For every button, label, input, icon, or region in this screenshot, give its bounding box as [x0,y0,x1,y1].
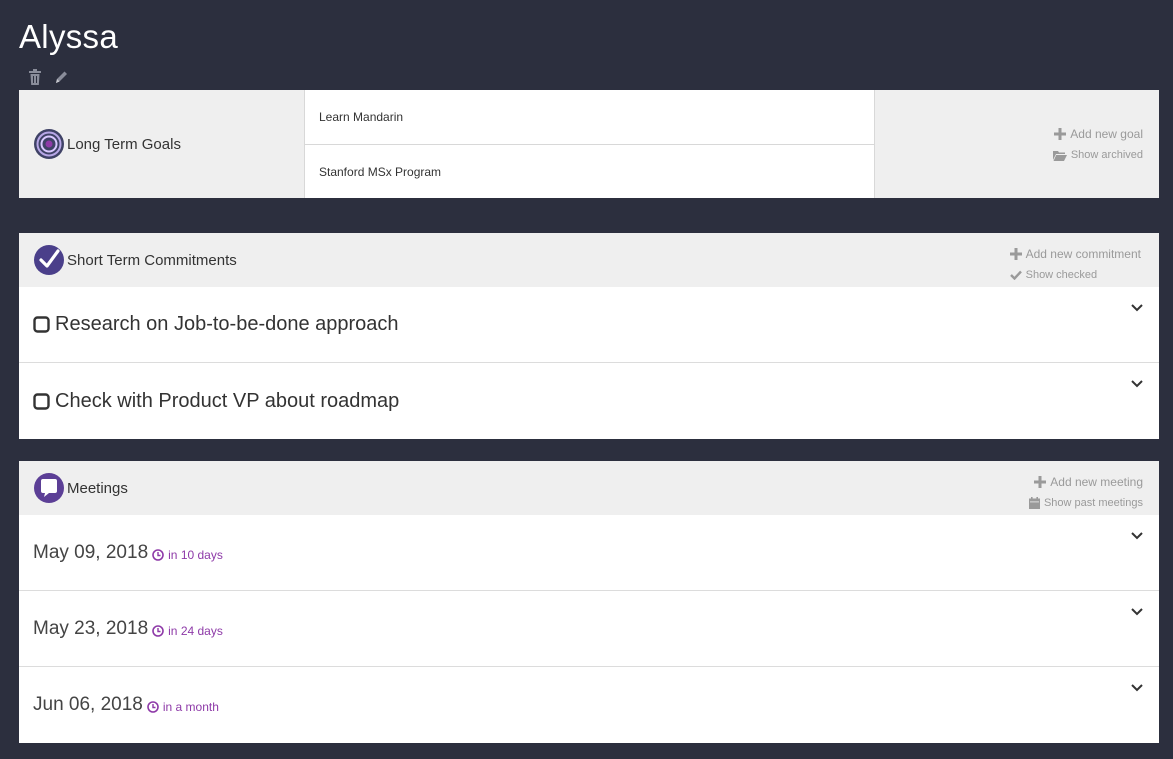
meeting-row[interactable]: Jun 06, 2018 in a month [19,667,1159,743]
relative-date-label: in 10 days [168,547,223,562]
pencil-icon[interactable] [54,68,68,86]
folder-open-icon [1052,150,1067,161]
add-commitment-label: Add new commitment [1025,247,1141,261]
chevron-down-icon[interactable] [1131,684,1143,692]
trash-icon[interactable] [28,68,42,86]
checkbox-icon[interactable] [33,316,50,333]
title-actions [28,68,68,86]
meetings-title: Meetings [67,479,128,497]
commitments-actions: Add new commitment Show checked [1009,247,1141,281]
goals-actions: Add new goal Show archived [875,90,1159,198]
goals-list: Learn Mandarin Stanford MSx Program [304,90,875,198]
chevron-down-icon[interactable] [1131,532,1143,540]
meeting-date: Jun 06, 2018 [33,694,143,715]
commitments-header: Short Term Commitments Add new commitmen… [19,233,1159,287]
show-archived-button[interactable]: Show archived [1052,149,1143,161]
relative-date-label: in 24 days [168,623,223,638]
commitment-label: Research on Job-to-be-done approach [55,313,399,335]
clock-icon [147,701,159,713]
target-icon [34,129,64,159]
checkmark-badge-icon [34,245,64,275]
goals-title: Long Term Goals [67,135,181,153]
add-meeting-label: Add new meeting [1050,475,1143,489]
add-meeting-button[interactable]: Add new meeting [1034,475,1143,489]
relative-date: in a month [147,700,219,714]
goal-item[interactable]: Learn Mandarin [305,90,874,144]
relative-date: in 10 days [152,548,223,562]
clock-icon [152,624,164,637]
commitment-row[interactable]: Check with Product VP about roadmap [19,363,1159,439]
meeting-row[interactable]: May 23, 2018 in 24 days [19,591,1159,667]
show-past-meetings-button[interactable]: Show past meetings [1028,497,1143,509]
relative-date-label: in a month [162,700,219,714]
calendar-icon [1028,497,1040,509]
chevron-down-icon[interactable] [1131,304,1143,312]
commitment-label: Check with Product VP about roadmap [55,389,400,412]
commitment-row[interactable]: Research on Job-to-be-done approach [19,287,1159,363]
relative-date: in 24 days [152,624,223,638]
goals-header: Long Term Goals [19,90,304,198]
show-checked-button[interactable]: Show checked [1009,269,1098,281]
add-goal-button[interactable]: Add new goal [1054,127,1143,141]
meetings-actions: Add new meeting Show past meetings [1028,475,1143,509]
meeting-date: May 23, 2018 [33,617,149,639]
add-commitment-button[interactable]: Add new commitment [1009,247,1141,261]
add-goal-label: Add new goal [1070,127,1143,141]
meetings-header: Meetings Add new meeting Show past meeti… [19,461,1159,515]
meetings-section: Meetings Add new meeting Show past meeti… [19,461,1159,743]
show-checked-label: Show checked [1025,269,1098,281]
plus-icon [1034,476,1047,488]
short-term-commitments-section: Short Term Commitments Add new commitmen… [19,233,1159,439]
show-archived-label: Show archived [1070,149,1143,161]
chevron-down-icon[interactable] [1131,608,1143,616]
show-past-meetings-label: Show past meetings [1043,497,1143,509]
page-title: Alyssa [19,18,118,55]
goal-item[interactable]: Stanford MSx Program [305,144,874,198]
plus-icon [1054,128,1067,140]
commitments-title: Short Term Commitments [67,251,237,269]
speech-bubble-icon [34,473,64,503]
clock-icon [152,548,164,561]
checkbox-icon[interactable] [33,392,50,410]
check-icon [1009,270,1022,280]
plus-icon [1009,248,1022,260]
chevron-down-icon[interactable] [1131,380,1143,388]
meeting-row[interactable]: May 09, 2018 in 10 days [19,515,1159,591]
meeting-date: May 09, 2018 [33,541,149,563]
long-term-goals-card: Long Term Goals Learn Mandarin Stanford … [19,90,1159,198]
